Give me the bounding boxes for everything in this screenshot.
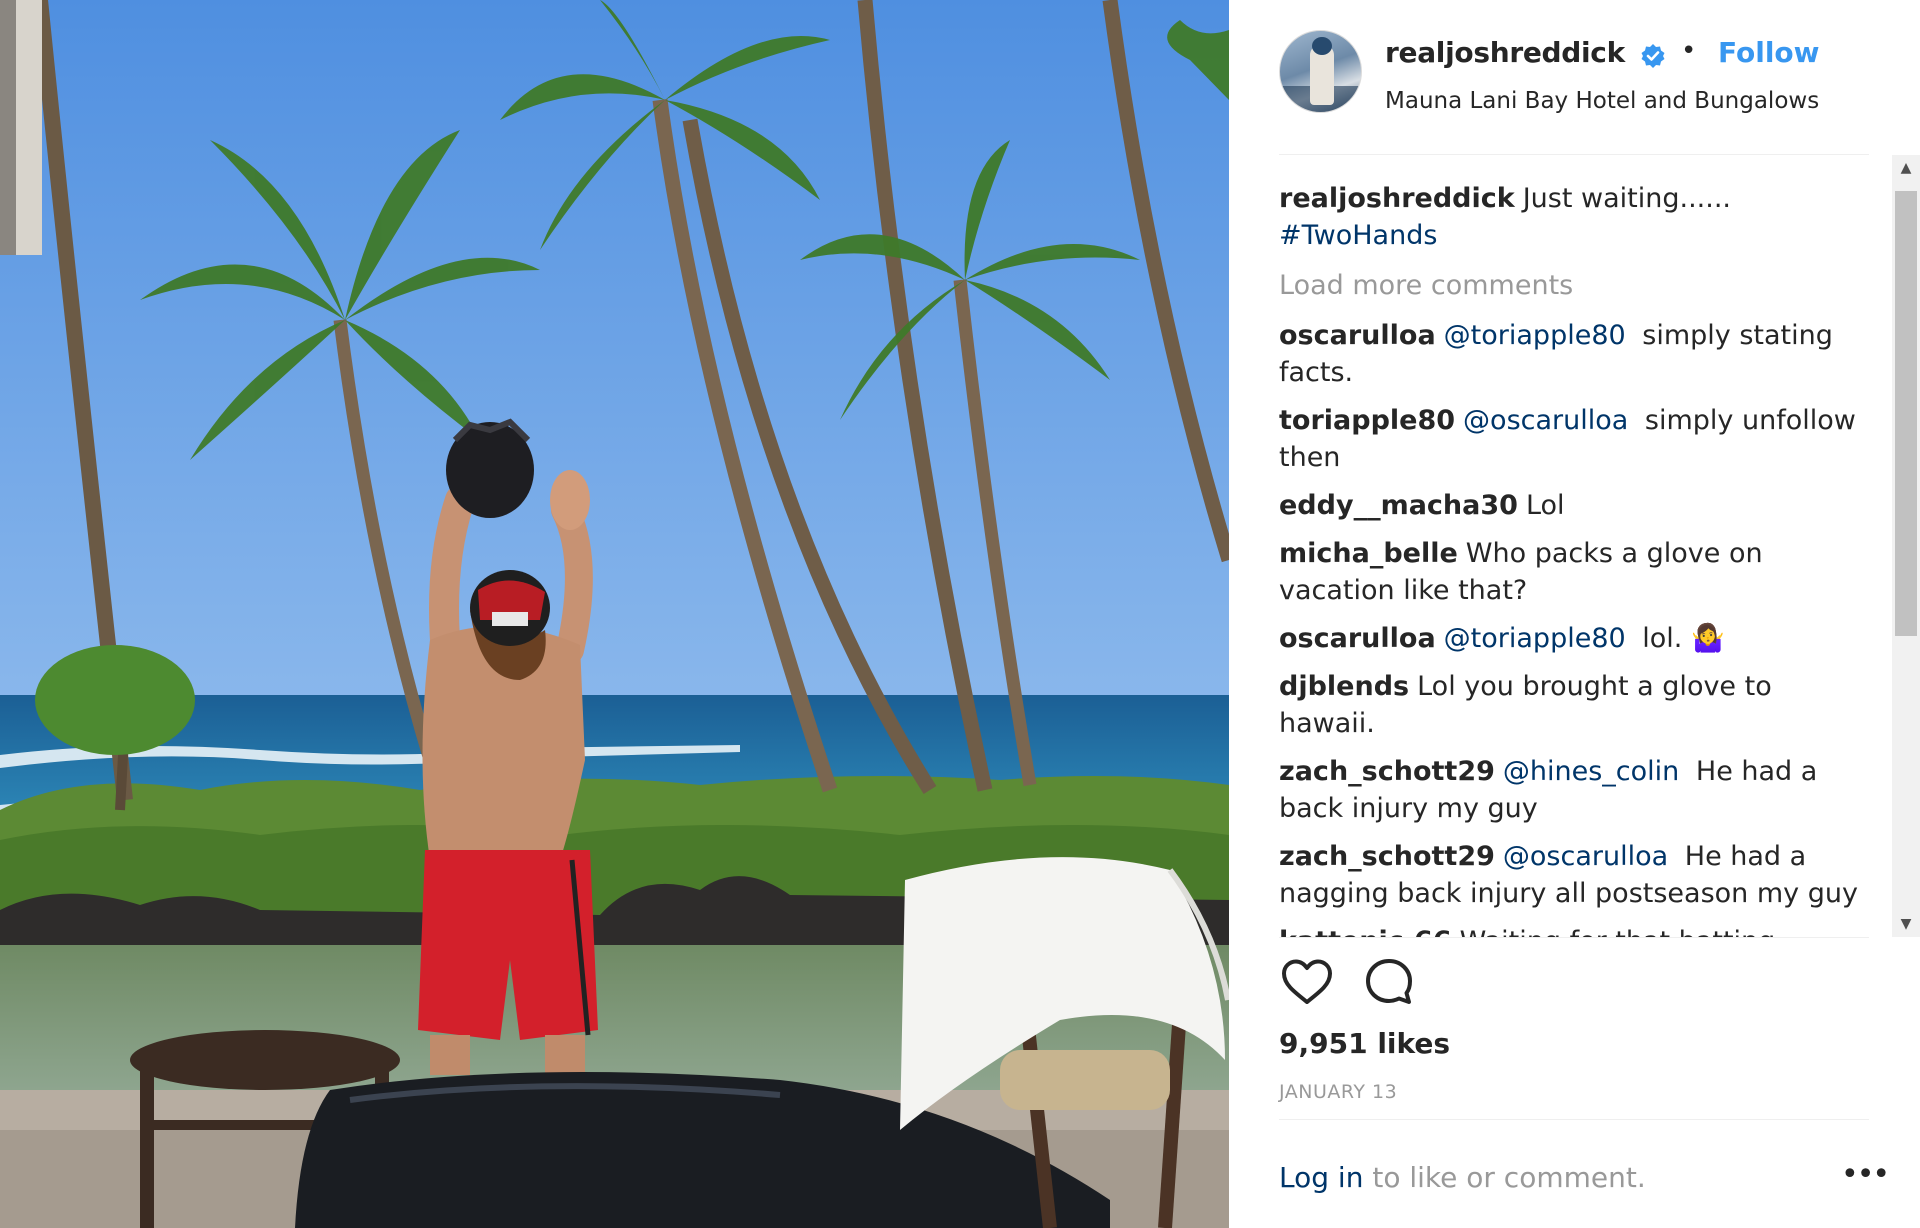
- beach-scene-image: [0, 0, 1229, 1228]
- comment-item: kattenic.66Waiting for that batting aver…: [1279, 923, 1869, 937]
- comment-item: oscarulloa @toriapple80 lol. 🤷‍♀️: [1279, 620, 1869, 657]
- comment-mention[interactable]: @toriapple80: [1444, 320, 1626, 351]
- caption-username[interactable]: realjoshreddick: [1279, 183, 1515, 214]
- comment-item: micha_belle Who packs a glove on vacation…: [1279, 535, 1869, 609]
- post-header: realjoshreddick • Follow Mauna Lani Bay …: [1279, 30, 1869, 155]
- header-separator: •: [1681, 36, 1697, 66]
- post-details-panel: realjoshreddick • Follow Mauna Lani Bay …: [1229, 0, 1920, 1228]
- post-caption: realjoshreddick Just waiting...... #TwoHa…: [1279, 180, 1869, 254]
- comment-item: zach_schott29 @oscarulloa He had a naggin…: [1279, 838, 1869, 912]
- comments-list: realjoshreddick Just waiting...... #TwoHa…: [1279, 155, 1869, 937]
- more-options-icon[interactable]: •••: [1841, 1160, 1890, 1196]
- comment-username[interactable]: micha_belle: [1279, 538, 1458, 569]
- comment-username[interactable]: kattenic.66: [1279, 926, 1452, 937]
- avatar[interactable]: [1279, 30, 1362, 113]
- comment-item: eddy__macha30 Lol: [1279, 487, 1869, 524]
- caption-hashtag[interactable]: #TwoHands: [1279, 220, 1437, 251]
- comment-username[interactable]: zach_schott29: [1279, 756, 1495, 787]
- verified-badge-icon: [1641, 44, 1665, 68]
- comment-username[interactable]: oscarulloa: [1279, 320, 1436, 351]
- scroll-up-arrow-icon[interactable]: ▲: [1892, 155, 1920, 181]
- post-photo[interactable]: [0, 0, 1229, 1228]
- login-prompt: Log in to like or comment.: [1279, 1161, 1646, 1194]
- comment-mention[interactable]: @oscarulloa: [1503, 841, 1668, 872]
- scroll-down-arrow-icon[interactable]: ▼: [1892, 911, 1920, 937]
- comment-item: djblends Lol you brought a glove to hawai…: [1279, 668, 1869, 742]
- location-link[interactable]: Mauna Lani Bay Hotel and Bungalows: [1385, 88, 1819, 114]
- comment-text: lol. 🤷‍♀️: [1642, 623, 1725, 654]
- comment-username[interactable]: djblends: [1279, 671, 1409, 702]
- divider: [1279, 937, 1869, 938]
- likes-count[interactable]: 9,951 likes: [1279, 1027, 1450, 1060]
- post-date[interactable]: JANUARY 13: [1279, 1081, 1397, 1103]
- comments-scrollbar[interactable]: ▲ ▼: [1892, 155, 1920, 937]
- comment-item: zach_schott29 @hines_colin He had a back …: [1279, 753, 1869, 827]
- comment-mention[interactable]: @oscarulloa: [1463, 405, 1628, 436]
- comment-bubble-icon[interactable]: [1361, 955, 1417, 1011]
- comment-username[interactable]: zach_schott29: [1279, 841, 1495, 872]
- divider: [1279, 1119, 1869, 1120]
- author-username[interactable]: realjoshreddick: [1385, 36, 1625, 69]
- comment-item: oscarulloa @toriapple80 simply stating fa…: [1279, 317, 1869, 391]
- comment-mention[interactable]: @toriapple80: [1444, 623, 1626, 654]
- comment-mention[interactable]: @hines_colin: [1503, 756, 1679, 787]
- avatar-head: [1312, 37, 1332, 55]
- load-more-comments-button[interactable]: Load more comments: [1279, 267, 1869, 304]
- heart-icon[interactable]: [1279, 955, 1335, 1011]
- login-link[interactable]: Log in: [1279, 1161, 1363, 1194]
- comment-item: toriapple80 @oscarulloa simply unfollow t…: [1279, 402, 1869, 476]
- comment-username[interactable]: oscarulloa: [1279, 623, 1436, 654]
- login-prompt-text: to like or comment.: [1363, 1161, 1646, 1194]
- comment-text: Lol: [1525, 490, 1565, 521]
- comment-username[interactable]: toriapple80: [1279, 405, 1455, 436]
- follow-button[interactable]: Follow: [1718, 36, 1820, 69]
- comment-username[interactable]: eddy__macha30: [1279, 490, 1518, 521]
- caption-text: Just waiting......: [1522, 183, 1731, 214]
- scrollbar-thumb[interactable]: [1895, 191, 1917, 636]
